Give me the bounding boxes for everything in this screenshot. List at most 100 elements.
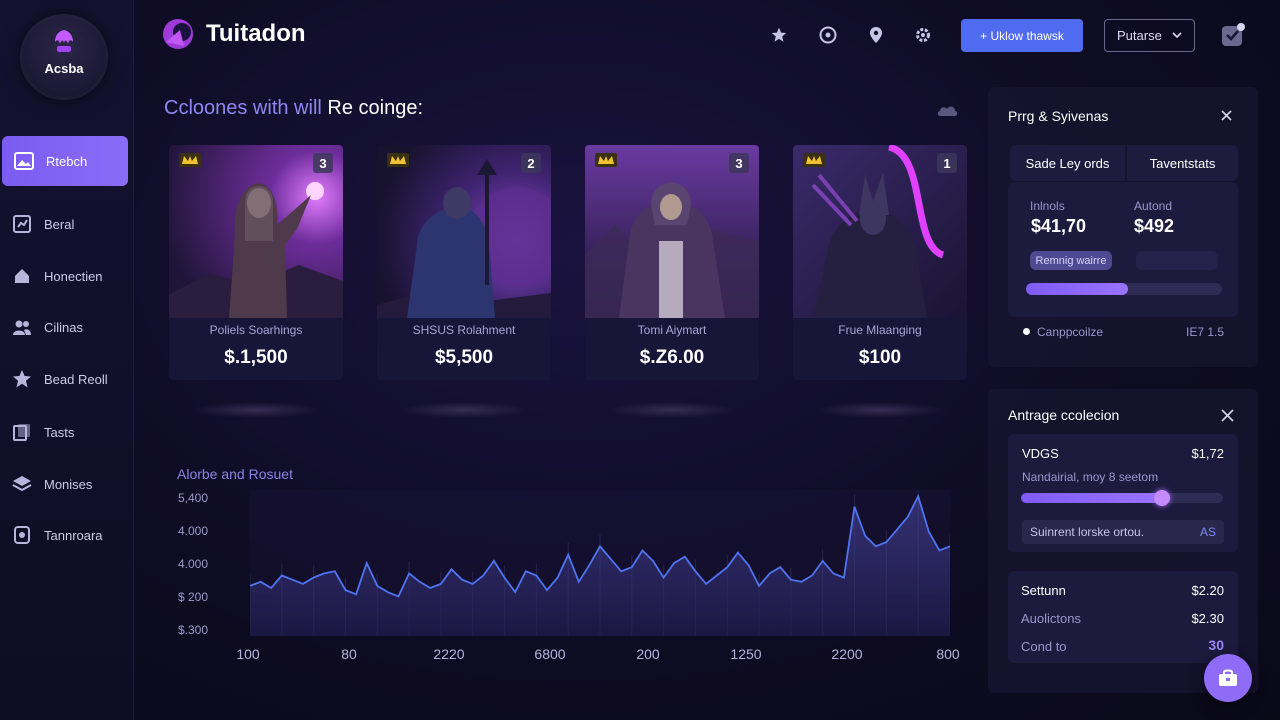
filter-select[interactable]: Putarse <box>1104 19 1195 52</box>
brand[interactable]: Tuitadon <box>160 16 306 52</box>
crown-icon <box>179 153 201 167</box>
stat-value: $492 <box>1134 216 1175 236</box>
input-badge: AS <box>1199 525 1216 539</box>
item-name: VDGS <box>1022 446 1059 461</box>
y-tick-label: 5,400 <box>178 491 209 505</box>
card-shadow <box>399 402 529 418</box>
slider-thumb[interactable] <box>1154 490 1171 506</box>
card-count-badge: 2 <box>521 153 541 173</box>
app-logo[interactable]: Acsba <box>20 14 108 100</box>
total-value: 30 <box>1208 637 1224 653</box>
total-label: Cond to <box>1021 639 1067 654</box>
star-icon <box>12 369 32 389</box>
panel-title: Antrage ccolecion <box>1008 407 1120 423</box>
card-count-badge: 1 <box>937 153 957 173</box>
status-pill-placeholder <box>1136 251 1218 270</box>
collection-card[interactable]: 3 Tomi Aiymart $.Z6.00 <box>585 145 759 380</box>
card-shadow <box>607 402 737 418</box>
section-title: Ccloones with will Re coinge: <box>164 97 423 120</box>
sidebar-item-tasts[interactable]: Tasts <box>0 410 134 454</box>
brand-logo-icon <box>163 19 193 49</box>
stat-value: $41,70 <box>1031 216 1087 236</box>
card-price: $.Z6.00 <box>639 347 705 368</box>
notification-icon[interactable] <box>1220 22 1246 48</box>
stat-label: Autond <box>1134 199 1173 213</box>
x-tick-label: 1250 <box>730 646 762 662</box>
card-price: $100 <box>858 347 902 368</box>
card-name: Poliels Soarhings <box>209 323 303 337</box>
star-icon[interactable] <box>768 24 790 46</box>
status-pill[interactable]: Remnig wairre <box>1030 251 1112 270</box>
location-pin-icon[interactable] <box>865 24 887 46</box>
item-value: $1,72 <box>1191 446 1224 461</box>
collection-card[interactable]: 1 Frue Mlaanging $100 <box>793 145 967 380</box>
collection-card[interactable]: 2 SHSUS Rolahment $5,500 <box>377 145 551 380</box>
sidebar-item-label: Rtebch <box>46 153 88 169</box>
slider-track[interactable] <box>1021 493 1223 503</box>
cloud-icon[interactable] <box>936 103 958 117</box>
collection-panel: Antrage ccolecion VDGS $1,72 Nandairial,… <box>988 389 1258 693</box>
create-button[interactable]: + Uklow thawsk <box>961 19 1083 52</box>
sidebar-item-honectien[interactable]: Honectien <box>0 254 134 298</box>
y-tick-label: $ 200 <box>178 590 209 604</box>
chevron-down-icon <box>1172 32 1182 39</box>
crown-icon <box>595 153 617 167</box>
sidebar-item-tannroara[interactable]: Tannroara <box>0 513 134 557</box>
logo-name: Acsba <box>44 61 84 76</box>
section-title-part-b: Re coinge: <box>327 97 424 119</box>
card-shadow <box>191 402 321 418</box>
legend-label: Canppcoilze <box>1037 325 1104 339</box>
legend-dot <box>1023 328 1030 335</box>
close-icon[interactable] <box>1221 409 1234 422</box>
x-tick-label: 200 <box>636 646 660 662</box>
users-icon <box>12 317 32 337</box>
card-name: SHSUS Rolahment <box>412 323 516 337</box>
dashboard-icon <box>12 214 32 234</box>
collection-card[interactable]: 3 Poliels Soarhings $.1,500 <box>169 145 343 380</box>
card-count-badge: 3 <box>729 153 749 173</box>
card-price: $5,500 <box>434 347 494 368</box>
gear-icon[interactable] <box>912 24 934 46</box>
x-tick-label: 80 <box>341 646 357 662</box>
sidebar-item-label: Beral <box>44 216 75 232</box>
x-tick-label: 2220 <box>433 646 465 662</box>
sidebar-item-cilinas[interactable]: Cilinas <box>0 305 134 349</box>
sidebar-item-rtebch[interactable]: Rtebch <box>2 136 128 186</box>
stats-card: Inlnols $41,70 Autond $492 Remnig wairre <box>1008 182 1238 317</box>
section-title-part-a: Ccloones with will <box>164 97 322 119</box>
sidebar-item-monises[interactable]: Monises <box>0 462 134 506</box>
x-tick-label: 6800 <box>534 646 566 662</box>
sidebar-item-label: Bead Reoll <box>44 371 108 387</box>
brand-title: Tuitadon <box>206 20 306 47</box>
box-icon <box>12 525 32 545</box>
bag-icon <box>1219 669 1237 686</box>
total-value: $2.20 <box>1191 583 1224 598</box>
text-input[interactable]: Suinrent lorske ortou. AS <box>1022 520 1224 544</box>
close-icon[interactable] <box>1221 110 1232 121</box>
chart-title: Alorbe and Rosuet <box>177 466 293 482</box>
crown-icon <box>387 153 409 167</box>
crown-icon <box>803 153 825 167</box>
tab-taventstats[interactable]: Taventstats <box>1127 145 1238 181</box>
x-tick-label: 800 <box>936 646 960 662</box>
sidebar-item-bead-reoll[interactable]: Bead Reoll <box>0 357 134 401</box>
item-subtitle: Nandairial, moy 8 seetom <box>1022 470 1159 484</box>
tab-sade-ley-ords[interactable]: Sade Ley ords <box>1010 145 1125 181</box>
totals-card: Settunn $2.20 Auolictons $2.30 Cond to 3… <box>1008 571 1238 663</box>
sidebar-item-label: Tasts <box>44 424 75 440</box>
layers-icon <box>12 474 32 494</box>
sidebar: Acsba Rtebch Beral Honectien Cilinas Bea… <box>0 0 134 720</box>
x-tick-label: 100 <box>236 646 260 662</box>
sidebar-item-beral[interactable]: Beral <box>0 202 134 246</box>
area-chart[interactable] <box>250 490 950 636</box>
home-icon <box>12 266 32 286</box>
total-label: Settunn <box>1021 583 1066 598</box>
card-shadow <box>815 402 945 418</box>
card-name: Frue Mlaanging <box>838 323 922 337</box>
target-icon[interactable] <box>817 24 839 46</box>
collection-item-card: VDGS $1,72 Nandairial, moy 8 seetom Suin… <box>1008 434 1238 552</box>
text-input-value: Suinrent lorske ortou. <box>1030 525 1145 539</box>
sidebar-item-label: Honectien <box>44 268 103 284</box>
y-tick-label: 4.000 <box>178 524 209 538</box>
bag-button[interactable] <box>1204 654 1252 702</box>
